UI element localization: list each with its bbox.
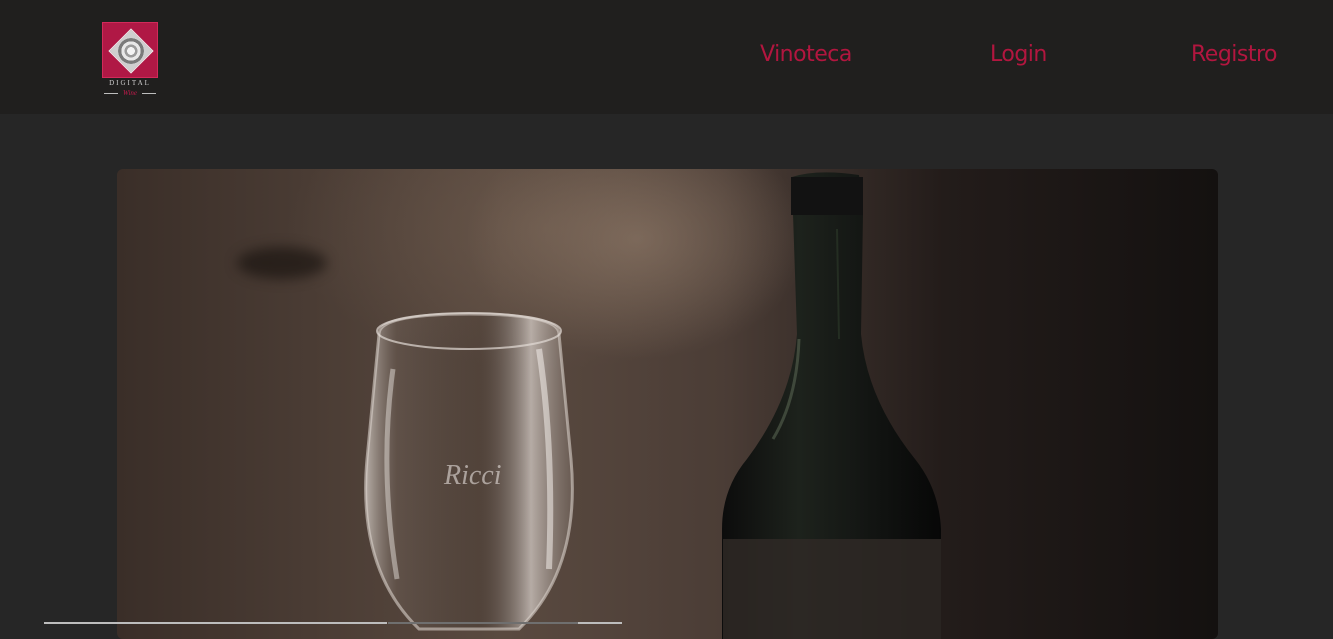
diamond-icon bbox=[108, 28, 154, 74]
background-light-blur bbox=[237, 247, 327, 279]
logo-emblem bbox=[102, 22, 158, 78]
logo-script: Wine bbox=[123, 89, 137, 97]
nav-link-login[interactable]: Login bbox=[990, 42, 1047, 67]
logo-wordmark: DIGITAL bbox=[109, 79, 151, 87]
hero-image: Ricci bbox=[117, 169, 1218, 639]
top-navigation-bar: DIGITAL Wine Vinoteca Login Registro bbox=[0, 0, 1333, 114]
nav-link-vinoteca[interactable]: Vinoteca bbox=[760, 42, 852, 67]
wine-glass-illustration: Ricci bbox=[364, 312, 574, 631]
wine-bottle-illustration bbox=[722, 172, 941, 639]
nav-link-registro[interactable]: Registro bbox=[1191, 42, 1278, 67]
glass-engraving: Ricci bbox=[443, 460, 502, 491]
brand-logo[interactable]: DIGITAL Wine bbox=[100, 22, 160, 98]
